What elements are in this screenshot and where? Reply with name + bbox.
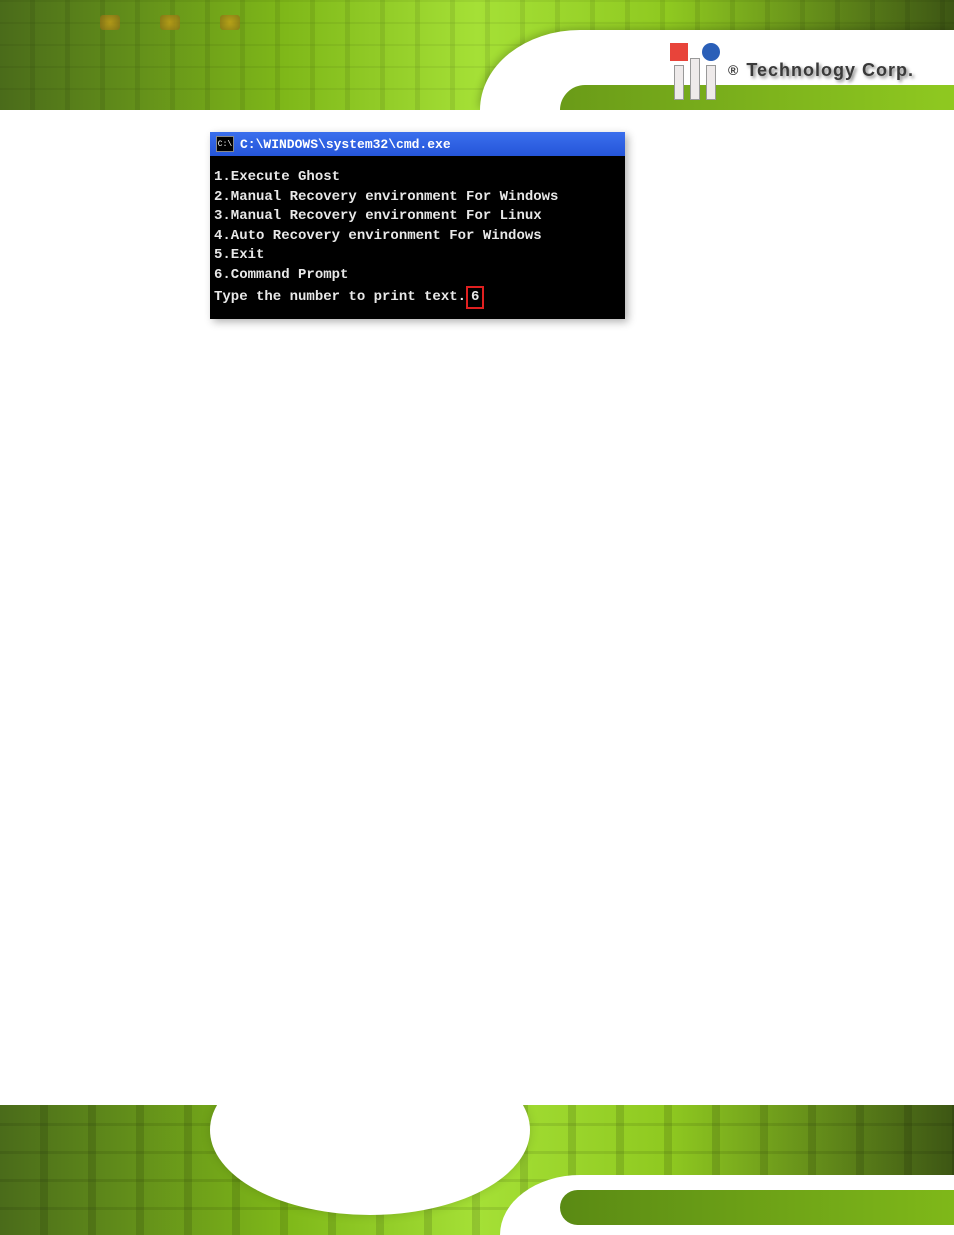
logo-red-square bbox=[670, 43, 688, 61]
cmd-window-title: C:\WINDOWS\system32\cmd.exe bbox=[240, 137, 451, 152]
footer-right-green-inner bbox=[560, 1190, 954, 1225]
logo-graphic bbox=[670, 40, 720, 100]
company-logo: ® Technology Corp. bbox=[670, 40, 914, 100]
cmd-prompt-line: Type the number to print text.6 bbox=[214, 286, 621, 310]
logo-company-text: Technology Corp. bbox=[746, 60, 914, 81]
cmd-input-highlight: 6 bbox=[466, 286, 484, 310]
cmd-menu-item: 1.Execute Ghost bbox=[214, 168, 621, 188]
footer-decorative-band bbox=[0, 1105, 954, 1235]
command-prompt-window: C:\ C:\WINDOWS\system32\cmd.exe 1.Execut… bbox=[210, 132, 625, 319]
cmd-menu-item: 3.Manual Recovery environment For Linux bbox=[214, 207, 621, 227]
cmd-menu-item: 6.Command Prompt bbox=[214, 266, 621, 286]
cmd-prompt-text: Type the number to print text. bbox=[214, 289, 466, 305]
logo-blue-circle bbox=[702, 43, 720, 61]
cmd-window-titlebar: C:\ C:\WINDOWS\system32\cmd.exe bbox=[210, 132, 625, 156]
cmd-menu-item: 2.Manual Recovery environment For Window… bbox=[214, 188, 621, 208]
logo-registered-symbol: ® bbox=[728, 62, 738, 78]
cmd-icon: C:\ bbox=[216, 136, 234, 152]
cmd-menu-item: 5.Exit bbox=[214, 246, 621, 266]
header-dots-decoration bbox=[100, 15, 240, 30]
cmd-menu-item: 4.Auto Recovery environment For Windows bbox=[214, 227, 621, 247]
cmd-window-body: 1.Execute Ghost 2.Manual Recovery enviro… bbox=[210, 156, 625, 319]
